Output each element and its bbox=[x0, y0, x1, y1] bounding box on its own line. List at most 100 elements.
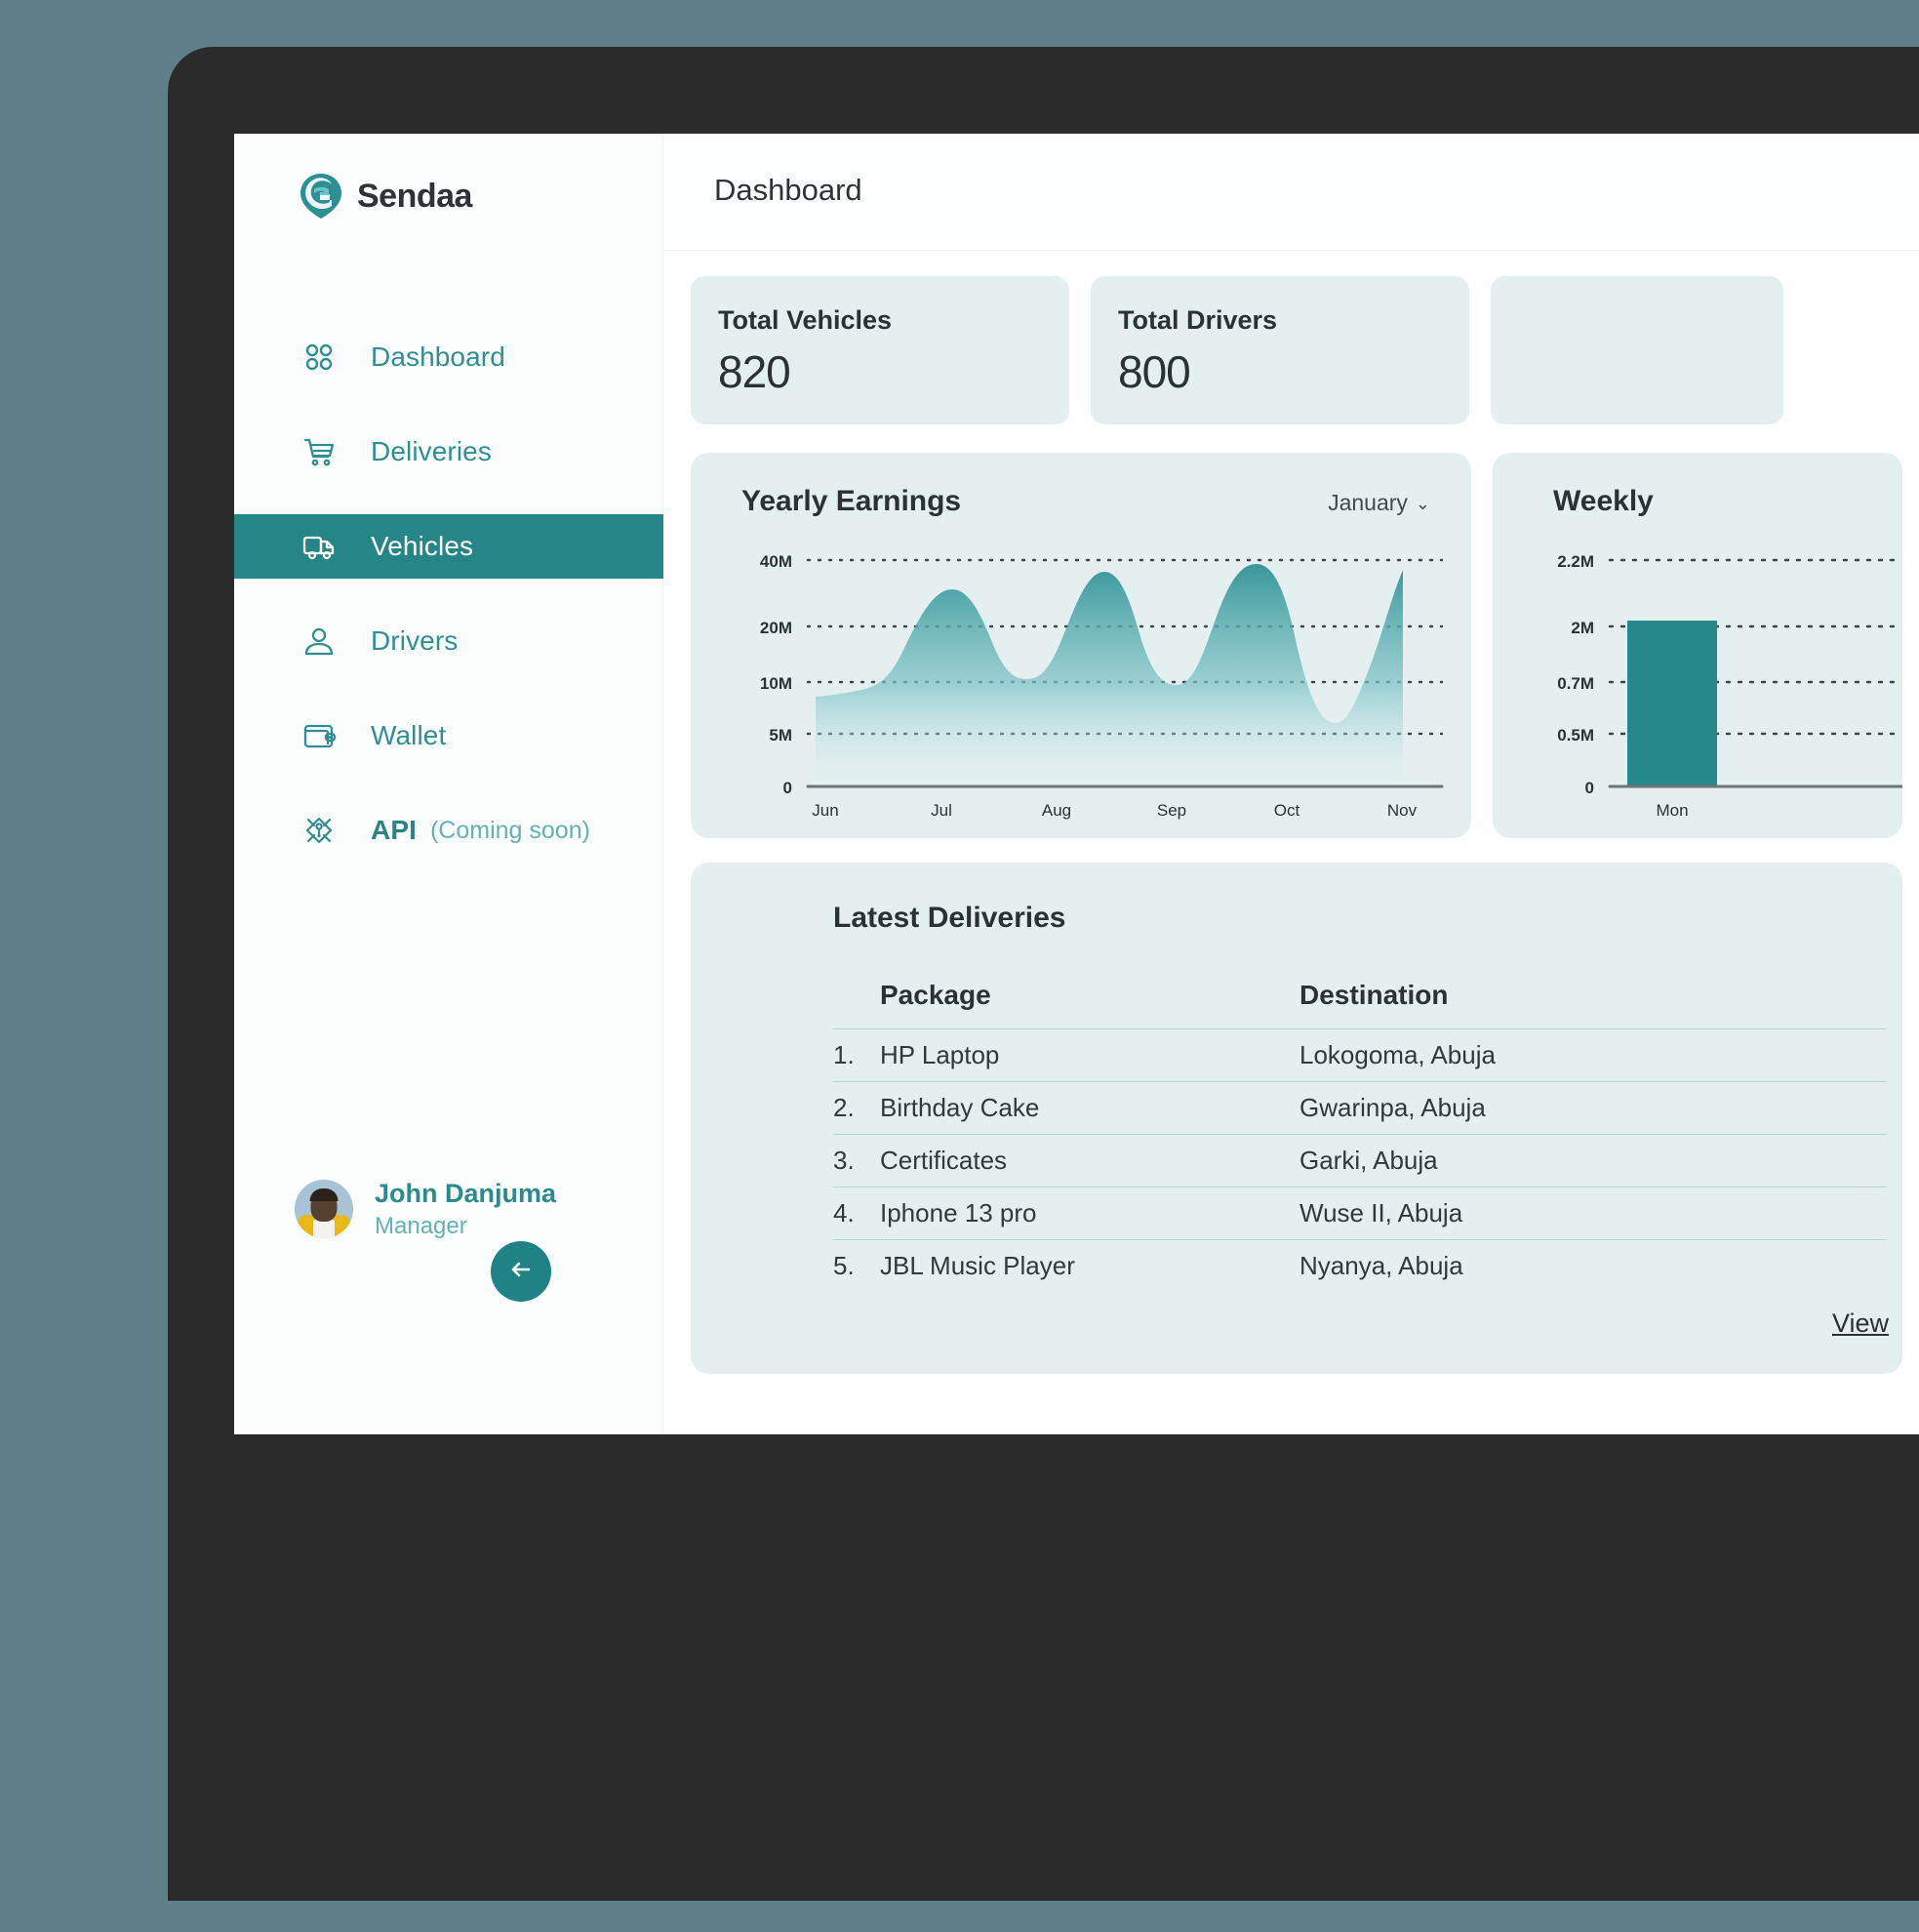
column-header-index bbox=[833, 980, 880, 1011]
sidebar-item-label: Deliveries bbox=[371, 436, 492, 466]
back-button[interactable] bbox=[491, 1241, 551, 1302]
stat-title: Total Drivers bbox=[1118, 305, 1278, 335]
sidebar-item-deliveries[interactable]: Deliveries bbox=[234, 420, 663, 484]
yearly-earnings-chart-card: Yearly Earnings January ⌄ 40M 20M 10M 5M… bbox=[691, 453, 1471, 838]
brand-name: Sendaa bbox=[357, 177, 472, 215]
stats-row: Total Vehicles 820 Total Drivers 800 bbox=[691, 276, 1783, 424]
svg-text:2.2M: 2.2M bbox=[1557, 552, 1594, 571]
wallet-icon bbox=[299, 715, 340, 756]
page-title: Dashboard bbox=[714, 173, 862, 207]
sidebar-item-label: Dashboard bbox=[371, 342, 505, 372]
stat-card-total-vehicles: Total Vehicles 820 bbox=[691, 276, 1069, 424]
chart-title: Yearly Earnings bbox=[741, 485, 962, 517]
svg-text:Jun: Jun bbox=[812, 801, 838, 820]
sidebar-item-label: Wallet bbox=[371, 720, 447, 750]
svg-text:Sep: Sep bbox=[1157, 801, 1186, 820]
svg-text:5M: 5M bbox=[769, 726, 792, 745]
row-package: Certificates bbox=[880, 1146, 1008, 1175]
svg-text:10M: 10M bbox=[760, 674, 792, 693]
api-node-icon bbox=[299, 810, 340, 851]
bar-mon bbox=[1627, 621, 1717, 786]
svg-text:Aug: Aug bbox=[1042, 801, 1071, 820]
svg-text:Jul: Jul bbox=[931, 801, 952, 820]
table-row[interactable]: 4. Iphone 13 pro Wuse II, Abuja bbox=[833, 1187, 1887, 1239]
row-destination: Nyanya, Abuja bbox=[1299, 1251, 1463, 1280]
deliveries-table: Package Destination 1. HP Laptop Lokogom… bbox=[833, 980, 1887, 1292]
sidebar-nav: Dashboard Deliveries Vehicles Drivers Wa… bbox=[234, 325, 663, 893]
area-series bbox=[816, 564, 1403, 786]
area-chart-svg: 40M 20M 10M 5M 0 Jun Jul Aug Sep Oct Nov bbox=[760, 552, 1444, 820]
screenshot-root: Sendaa Dashboard Deliveries Vehicles Dri… bbox=[0, 0, 1919, 1932]
charts-row: Yearly Earnings January ⌄ 40M 20M 10M 5M… bbox=[691, 453, 1902, 838]
stat-card-total-drivers: Total Drivers 800 bbox=[1091, 276, 1469, 424]
sidebar-item-dashboard[interactable]: Dashboard bbox=[234, 325, 663, 389]
stat-value: 820 bbox=[718, 346, 791, 397]
table-row[interactable]: 3. Certificates Garki, Abuja bbox=[833, 1134, 1887, 1187]
profile[interactable]: John Danjuma Manager bbox=[295, 1178, 556, 1241]
sidebar: Sendaa Dashboard Deliveries Vehicles Dri… bbox=[234, 134, 663, 1434]
row-index: 1. bbox=[833, 1040, 855, 1069]
row-destination: Wuse II, Abuja bbox=[1299, 1198, 1463, 1228]
stat-title: Total Vehicles bbox=[718, 305, 893, 335]
avatar bbox=[295, 1180, 353, 1239]
svg-text:2M: 2M bbox=[1571, 619, 1594, 637]
row-package: HP Laptop bbox=[880, 1040, 1000, 1069]
chart-title: Weekly bbox=[1553, 485, 1654, 517]
row-package: Iphone 13 pro bbox=[880, 1198, 1037, 1228]
svg-text:Oct: Oct bbox=[1274, 801, 1300, 820]
latest-deliveries-card: Latest Deliveries Package Destination 1.… bbox=[691, 863, 1902, 1374]
yearly-earnings-plot: 40M 20M 10M 5M 0 Jun Jul Aug Sep Oct Nov bbox=[691, 531, 1471, 824]
row-package: JBL Music Player bbox=[880, 1251, 1075, 1280]
row-index: 5. bbox=[833, 1251, 855, 1280]
sidebar-item-sublabel: (Coming soon) bbox=[429, 816, 590, 844]
truck-icon bbox=[299, 526, 340, 567]
back-arrow-icon bbox=[506, 1255, 536, 1289]
row-index: 3. bbox=[833, 1146, 855, 1175]
row-index: 4. bbox=[833, 1198, 855, 1228]
grid-icon bbox=[299, 337, 340, 378]
stat-value: 800 bbox=[1118, 346, 1191, 397]
svg-text:20M: 20M bbox=[760, 619, 792, 637]
main-content: Total Vehicles 820 Total Drivers 800 Yea… bbox=[663, 251, 1919, 1434]
topbar: Dashboard bbox=[663, 134, 1919, 251]
column-header-package: Package bbox=[880, 980, 991, 1010]
device-screen: Sendaa Dashboard Deliveries Vehicles Dri… bbox=[234, 134, 1919, 1434]
sidebar-item-label: API bbox=[371, 815, 417, 845]
svg-text:0: 0 bbox=[1585, 779, 1594, 797]
column-header-destination: Destination bbox=[1299, 980, 1449, 1010]
weekly-plot: 2.2M 2M 0.7M 0.5M 0 Mon bbox=[1493, 531, 1902, 824]
brand[interactable]: Sendaa bbox=[299, 173, 472, 220]
sidebar-item-api[interactable]: API (Coming soon) bbox=[234, 798, 663, 863]
table-row[interactable]: 2. Birthday Cake Gwarinpa, Abuja bbox=[833, 1081, 1887, 1134]
table-row[interactable]: 1. HP Laptop Lokogoma, Abuja bbox=[833, 1028, 1887, 1081]
svg-text:0.5M: 0.5M bbox=[1557, 726, 1594, 745]
sidebar-item-label: Drivers bbox=[371, 625, 459, 656]
sidebar-item-wallet[interactable]: Wallet bbox=[234, 704, 663, 768]
view-all-link[interactable]: View bbox=[1832, 1308, 1889, 1339]
row-destination: Garki, Abuja bbox=[1299, 1146, 1438, 1175]
sidebar-item-vehicles[interactable]: Vehicles bbox=[234, 514, 663, 579]
svg-text:Nov: Nov bbox=[1387, 801, 1418, 820]
profile-name: John Danjuma bbox=[375, 1179, 557, 1208]
profile-role: Manager bbox=[375, 1212, 467, 1239]
deliveries-title: Latest Deliveries bbox=[833, 902, 1066, 934]
weekly-chart-card: Weekly 2.2M 2M 0.7M 0.5M 0 Mon bbox=[1493, 453, 1902, 838]
cart-icon bbox=[299, 431, 340, 472]
row-index: 2. bbox=[833, 1093, 855, 1122]
month-dropdown[interactable]: January ⌄ bbox=[1328, 490, 1430, 516]
sendaa-logo-icon bbox=[299, 173, 343, 220]
stat-card-partial bbox=[1491, 276, 1783, 424]
user-icon bbox=[299, 621, 340, 662]
svg-text:0.7M: 0.7M bbox=[1557, 674, 1594, 693]
table-header-row: Package Destination bbox=[833, 980, 1887, 1028]
sidebar-item-drivers[interactable]: Drivers bbox=[234, 609, 663, 673]
sidebar-item-label: Vehicles bbox=[371, 531, 474, 561]
month-dropdown-value: January bbox=[1328, 490, 1408, 515]
row-destination: Gwarinpa, Abuja bbox=[1299, 1093, 1486, 1122]
svg-text:40M: 40M bbox=[760, 552, 792, 571]
row-destination: Lokogoma, Abuja bbox=[1299, 1040, 1496, 1069]
svg-text:0: 0 bbox=[783, 779, 792, 797]
table-row[interactable]: 5. JBL Music Player Nyanya, Abuja bbox=[833, 1239, 1887, 1292]
svg-text:Mon: Mon bbox=[1656, 801, 1688, 820]
bar-chart-svg: 2.2M 2M 0.7M 0.5M 0 Mon bbox=[1557, 552, 1902, 820]
